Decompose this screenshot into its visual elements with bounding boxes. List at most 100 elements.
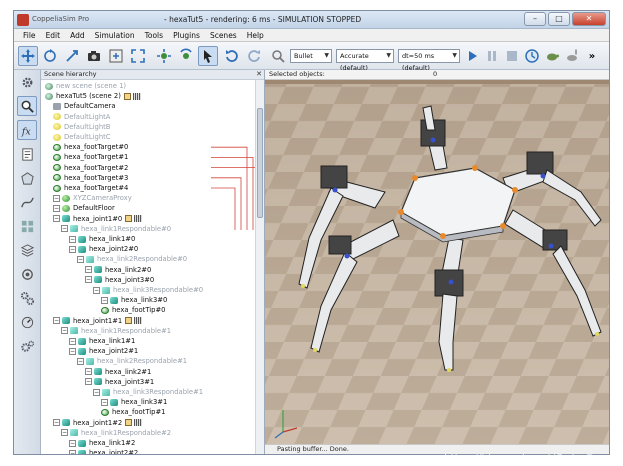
- customization-badge-icon[interactable]: [134, 419, 143, 427]
- tree-expander[interactable]: −: [85, 266, 92, 274]
- menu-add[interactable]: Add: [65, 29, 90, 41]
- menu-scenes[interactable]: Scenes: [205, 29, 242, 41]
- tree-item[interactable]: hexa_footTarget#2: [53, 163, 128, 173]
- tree-item[interactable]: − hexa_link1#1: [69, 336, 135, 346]
- tree-item[interactable]: − hexa_link2Respondable#0: [77, 254, 187, 264]
- customization-badge-icon[interactable]: [134, 215, 143, 223]
- click-select-button[interactable]: [198, 46, 218, 66]
- realtime-button[interactable]: [522, 46, 542, 66]
- redo-button[interactable]: [244, 46, 264, 66]
- tree-expander[interactable]: −: [69, 449, 76, 454]
- sidebar-collections[interactable]: [17, 216, 37, 236]
- script-badge-icon[interactable]: [123, 92, 131, 100]
- camera-shift-button[interactable]: [62, 46, 82, 66]
- tree-expander[interactable]: −: [53, 317, 60, 325]
- tree-item[interactable]: hexa_footTarget#3: [53, 173, 128, 183]
- engine-settings-button[interactable]: [268, 46, 288, 66]
- sidebar-layers[interactable]: [17, 240, 37, 260]
- tree-item[interactable]: − hexa_joint1#0: [53, 214, 143, 224]
- tree-item[interactable]: − hexa_link1Respondable#1: [61, 326, 171, 336]
- minimize-button[interactable]: –: [524, 12, 546, 26]
- sidebar-model-browser[interactable]: fx: [17, 120, 37, 140]
- tree-expander[interactable]: −: [53, 215, 60, 223]
- tree-expander[interactable]: −: [61, 327, 68, 335]
- tree-expander[interactable]: −: [77, 255, 84, 263]
- accuracy-select[interactable]: Accurate (default) ▼: [336, 49, 394, 72]
- tree-item[interactable]: DefaultLightC: [53, 132, 111, 142]
- tree-item[interactable]: hexa_footTarget#4: [53, 183, 128, 193]
- start-simulation-button[interactable]: [462, 46, 482, 66]
- tree-expander[interactable]: −: [85, 368, 92, 376]
- sidebar-user-settings[interactable]: [17, 312, 37, 332]
- scrollbar-thumb[interactable]: [257, 108, 263, 218]
- sidebar-path-edit[interactable]: [17, 192, 37, 212]
- physics-engine-select[interactable]: Bullet ▼: [290, 49, 332, 63]
- timestep-select[interactable]: dt=50 ms (default) ▼: [398, 49, 460, 72]
- tree-item[interactable]: hexa_footTarget#0: [53, 142, 128, 152]
- tree-item[interactable]: − hexa_link3#0: [101, 295, 167, 305]
- tree-item[interactable]: − hexa_link3Respondable#0: [93, 285, 203, 295]
- tree-item[interactable]: − hexa_link1Respondable#0: [61, 224, 171, 234]
- hierarchy-scrollbar[interactable]: [255, 80, 264, 454]
- script-badge-icon[interactable]: [125, 419, 133, 427]
- camera-zoom-button[interactable]: [106, 46, 126, 66]
- tree-expander[interactable]: −: [53, 194, 60, 202]
- script-badge-icon[interactable]: [125, 215, 133, 223]
- menu-help[interactable]: Help: [242, 29, 269, 41]
- close-icon[interactable]: ✕: [256, 70, 262, 79]
- tree-item[interactable]: − hexa_joint2#2: [69, 448, 138, 454]
- tree-item[interactable]: DefaultLightB: [53, 122, 110, 132]
- tree-item[interactable]: hexa_footTarget#1: [53, 152, 128, 162]
- tree-item[interactable]: new scene (scene 1): [45, 81, 126, 91]
- stop-simulation-button[interactable]: [502, 46, 522, 66]
- tree-item[interactable]: − hexa_joint2#0: [69, 244, 138, 254]
- sidebar-dynamics[interactable]: [17, 264, 37, 284]
- sidebar-gear-settings[interactable]: [17, 336, 37, 356]
- tree-item[interactable]: − hexa_link2#1: [85, 367, 151, 377]
- tree-expander[interactable]: −: [69, 245, 76, 253]
- tree-item[interactable]: − hexa_joint1#1: [53, 316, 143, 326]
- tree-expander[interactable]: −: [93, 286, 100, 294]
- tree-expander[interactable]: −: [69, 235, 76, 243]
- tree-item[interactable]: − hexa_joint2#1: [69, 346, 138, 356]
- tree-item[interactable]: hexa_footTip#0: [101, 305, 166, 315]
- tree-item[interactable]: hexa_footTip#1: [101, 407, 166, 417]
- tree-expander[interactable]: −: [61, 225, 68, 233]
- sidebar-calculation[interactable]: [17, 288, 37, 308]
- tree-expander[interactable]: −: [53, 419, 60, 427]
- camera-rotate-button[interactable]: [40, 46, 60, 66]
- tree-expander[interactable]: −: [69, 439, 76, 447]
- tree-item[interactable]: DefaultLightA: [53, 112, 110, 122]
- maximize-button[interactable]: □: [548, 12, 570, 26]
- tree-item[interactable]: − hexa_link1#0: [69, 234, 135, 244]
- camera-view-button[interactable]: [84, 46, 104, 66]
- tree-item[interactable]: − hexa_link2#0: [85, 265, 151, 275]
- object-shift-button[interactable]: [154, 46, 174, 66]
- tree-item[interactable]: − hexa_joint3#0: [85, 275, 154, 285]
- toolbar-more-button[interactable]: »: [582, 46, 602, 66]
- menu-file[interactable]: File: [18, 29, 41, 41]
- object-rotate-button[interactable]: [176, 46, 196, 66]
- tree-expander[interactable]: −: [101, 296, 108, 304]
- tree-item[interactable]: − hexa_link3Respondable#1: [93, 387, 203, 397]
- sidebar-scripts[interactable]: [17, 144, 37, 164]
- undo-button[interactable]: [222, 46, 242, 66]
- tree-item[interactable]: − hexa_link3#1: [101, 397, 167, 407]
- customization-badge-icon[interactable]: [132, 92, 141, 100]
- customization-badge-icon[interactable]: [134, 317, 143, 325]
- script-badge-icon[interactable]: [125, 317, 133, 325]
- tree-item[interactable]: hexaTut5 (scene 2): [45, 91, 141, 101]
- sidebar-selection[interactable]: [17, 96, 37, 116]
- camera-pan-button[interactable]: [18, 46, 38, 66]
- tree-item[interactable]: − hexa_link2Respondable#1: [77, 356, 187, 366]
- pause-simulation-button[interactable]: [482, 46, 502, 66]
- tree-item[interactable]: − hexa_link1#2: [69, 438, 135, 448]
- sidebar-shape-edit[interactable]: [17, 168, 37, 188]
- menu-simulation[interactable]: Simulation: [90, 29, 140, 41]
- tree-item[interactable]: − DefaultFloor: [53, 203, 115, 213]
- fit-view-button[interactable]: [128, 46, 148, 66]
- close-button[interactable]: ✕: [572, 12, 606, 26]
- speed-up-button[interactable]: [562, 46, 582, 66]
- tree-item[interactable]: DefaultCamera: [53, 101, 116, 111]
- tree-expander[interactable]: −: [61, 429, 68, 437]
